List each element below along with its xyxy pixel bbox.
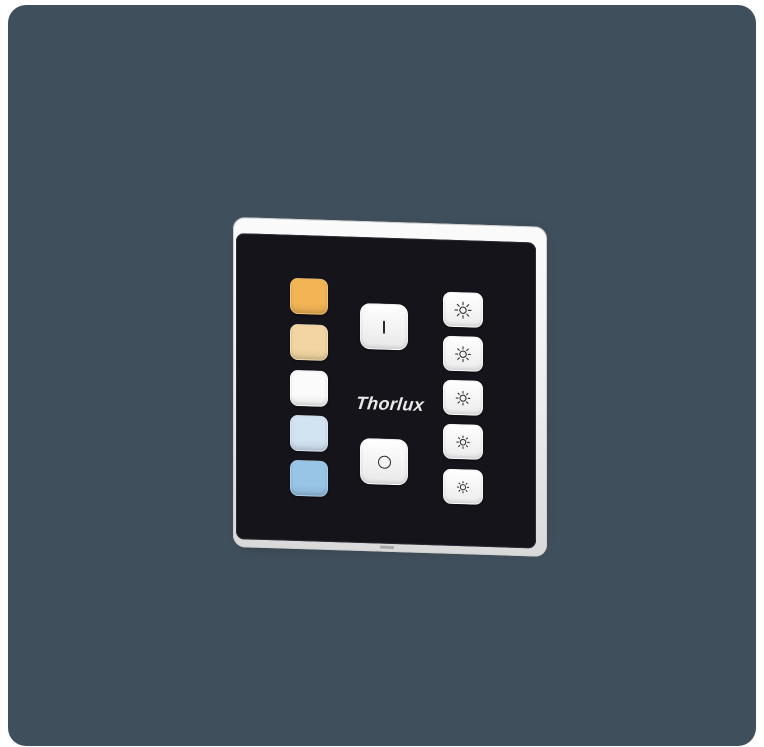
control-panel: Thorlux	[233, 217, 551, 557]
sun-icon	[456, 434, 470, 449]
brightness-button-4[interactable]	[443, 335, 483, 372]
sun-icon	[456, 480, 470, 493]
power-off-circle-icon	[377, 455, 391, 469]
brightness-button-3[interactable]	[443, 379, 483, 416]
sun-icon	[455, 390, 471, 406]
sun-icon	[455, 345, 471, 362]
colour-button-neutral-white[interactable]	[290, 369, 328, 407]
colour-button-cool-light[interactable]	[290, 414, 328, 452]
on-button[interactable]	[360, 302, 408, 351]
off-button[interactable]	[360, 437, 408, 486]
brightness-button-1[interactable]	[443, 468, 483, 505]
housing-release-notch	[380, 545, 394, 550]
brand-logo: Thorlux	[354, 392, 426, 415]
sun-icon	[454, 301, 472, 319]
brightness-button-2[interactable]	[443, 423, 483, 460]
brightness-button-5[interactable]	[443, 291, 483, 328]
colour-button-cool-blue[interactable]	[290, 459, 328, 497]
panel-faceplate: Thorlux	[236, 233, 536, 549]
colour-button-warm-light[interactable]	[290, 323, 328, 361]
colour-button-warm-amber[interactable]	[290, 277, 328, 315]
image-frame: Thorlux	[8, 5, 756, 746]
power-on-line-icon	[383, 320, 385, 334]
panel-housing: Thorlux	[233, 217, 547, 557]
